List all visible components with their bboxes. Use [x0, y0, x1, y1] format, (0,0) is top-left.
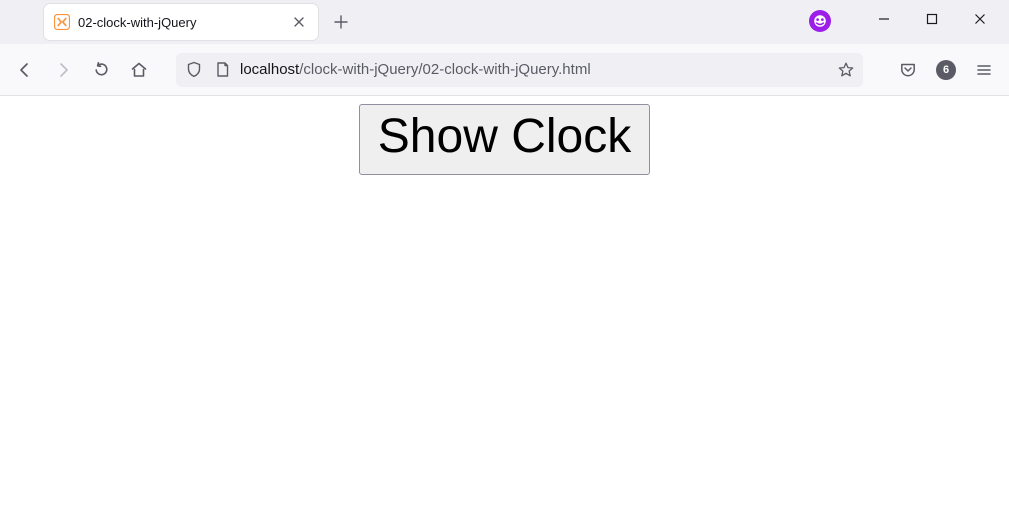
browser-tab[interactable]: 02-clock-with-jQuery [44, 4, 318, 40]
page-content: Show Clock [0, 96, 1009, 175]
url-domain: localhost [240, 61, 299, 78]
url-path: /clock-with-jQuery/02-clock-with-jQuery.… [299, 61, 590, 78]
reload-button[interactable] [84, 53, 118, 87]
bookmark-star-icon[interactable] [837, 61, 855, 79]
tab-count-badge: 6 [936, 60, 956, 80]
nav-toolbar: localhost/clock-with-jQuery/02-clock-wit… [0, 44, 1009, 96]
pocket-button[interactable] [891, 53, 925, 87]
window-minimize-button[interactable] [861, 2, 907, 36]
tab-bar: 02-clock-with-jQuery [0, 0, 1009, 44]
address-bar[interactable]: localhost/clock-with-jQuery/02-clock-wit… [176, 53, 863, 87]
url-text: localhost/clock-with-jQuery/02-clock-wit… [240, 61, 829, 78]
page-info-icon[interactable] [212, 61, 232, 78]
extension-badge-icon[interactable] [809, 10, 831, 32]
forward-button[interactable] [46, 53, 80, 87]
window-controls [809, 0, 1009, 44]
tab-title: 02-clock-with-jQuery [78, 15, 290, 30]
xampp-favicon-icon [54, 14, 70, 30]
window-close-button[interactable] [957, 2, 1003, 36]
show-clock-button[interactable]: Show Clock [359, 104, 650, 175]
close-tab-button[interactable] [290, 13, 308, 31]
back-button[interactable] [8, 53, 42, 87]
window-maximize-button[interactable] [909, 2, 955, 36]
shield-icon[interactable] [184, 61, 204, 78]
app-menu-button[interactable] [967, 53, 1001, 87]
new-tab-button[interactable] [324, 5, 358, 39]
home-button[interactable] [122, 53, 156, 87]
tab-count-button[interactable]: 6 [929, 53, 963, 87]
